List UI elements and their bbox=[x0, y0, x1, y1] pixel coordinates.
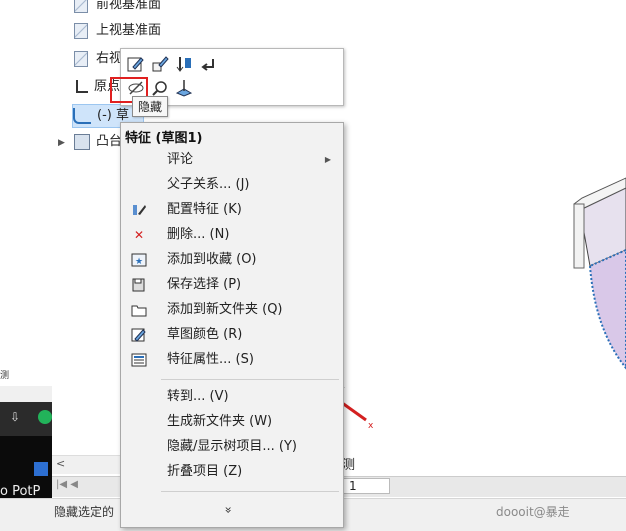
origin-icon bbox=[74, 79, 88, 94]
menu-item-comment[interactable]: 评论 ▶ bbox=[121, 148, 343, 172]
tooltip: 隐藏 bbox=[132, 96, 169, 117]
zoom-selection-icon[interactable] bbox=[151, 79, 169, 97]
menu-separator bbox=[161, 491, 339, 492]
app-green-icon[interactable] bbox=[38, 410, 52, 424]
sketch-color-icon bbox=[131, 328, 147, 342]
menu-item-delete[interactable]: ✕ 删除... (N) bbox=[121, 223, 343, 247]
svg-text:x: x bbox=[368, 421, 374, 431]
tree-item-label: 前视基准面 bbox=[96, 0, 162, 12]
tree-item-label: 上视基准面 bbox=[96, 23, 162, 38]
svg-text:★: ★ bbox=[135, 257, 143, 267]
taskbar-app-area: o PotP bbox=[0, 436, 52, 506]
menu-item-create-folder[interactable]: 生成新文件夹 (W) bbox=[121, 410, 343, 434]
menu-item-label: 删除... (N) bbox=[167, 227, 230, 242]
boss-extrude-icon bbox=[74, 133, 90, 150]
menu-item-label: 生成新文件夹 (W) bbox=[167, 414, 273, 429]
menu-item-add-favorite[interactable]: ★ 添加到收藏 (O) bbox=[121, 248, 343, 272]
menu-item-label: 折叠项目 (Z) bbox=[167, 464, 243, 479]
menu-item-label: 添加到收藏 (O) bbox=[167, 252, 257, 267]
menu-separator bbox=[161, 379, 339, 380]
menu-item-label: 草图颜色 (R) bbox=[167, 327, 243, 342]
plane-icon bbox=[74, 50, 88, 67]
tree-item-boss[interactable]: 凸台 bbox=[74, 131, 122, 153]
scroll-left-icon[interactable]: < bbox=[56, 457, 65, 470]
tree-item-label: (-) 草 bbox=[97, 108, 129, 123]
arrow-down-icon[interactable]: ⇩ bbox=[10, 410, 20, 424]
configure-feature-icon bbox=[131, 203, 147, 217]
watermark-text: doooit@暴走 bbox=[496, 505, 570, 519]
favorite-icon: ★ bbox=[131, 253, 147, 267]
properties-icon bbox=[131, 353, 147, 367]
submenu-arrow-icon: ▶ bbox=[324, 155, 331, 164]
taskbar-strip: ⇩ bbox=[0, 402, 52, 436]
plane-icon bbox=[74, 22, 88, 39]
folder-icon bbox=[131, 303, 147, 317]
edit-sketch-icon[interactable] bbox=[127, 55, 145, 73]
menu-item-go-to[interactable]: 转到... (V) bbox=[121, 385, 343, 409]
context-menu: 特征 (草图1) 评论 ▶ 父子关系... (J) 配置特征 (K) ✕ 删除.… bbox=[120, 122, 344, 528]
taskbar-text: o PotP bbox=[0, 484, 41, 499]
nav-first-icon[interactable]: |◀ ◀ bbox=[56, 479, 78, 490]
status-text: 隐藏选定的 bbox=[54, 505, 115, 519]
menu-item-label: 隐藏/显示树项目... (Y) bbox=[167, 439, 297, 454]
tree-item-top-plane[interactable]: 上视基准面 bbox=[74, 20, 161, 42]
menu-title: 特征 (草图1) bbox=[125, 131, 203, 146]
page-number-field[interactable]: 1 bbox=[342, 478, 390, 494]
menu-item-parent-child[interactable]: 父子关系... (J) bbox=[121, 173, 343, 197]
normal-to-icon[interactable] bbox=[175, 79, 193, 97]
menu-item-label: 评论 bbox=[167, 152, 194, 167]
menu-item-save-selection[interactable]: 保存选择 (P) bbox=[121, 273, 343, 297]
tree-item-right-plane[interactable]: 右视 bbox=[74, 48, 122, 70]
menu-item-label: 保存选择 (P) bbox=[167, 277, 242, 292]
rollback-icon[interactable] bbox=[175, 55, 193, 73]
menu-item-hide-show-tree-items[interactable]: 隐藏/显示树项目... (Y) bbox=[121, 435, 343, 459]
expand-arrow-icon[interactable]: ▶ bbox=[58, 138, 65, 148]
expand-menu-icon[interactable]: » bbox=[222, 506, 236, 513]
menu-item-configure-feature[interactable]: 配置特征 (K) bbox=[121, 198, 343, 222]
plane-icon bbox=[74, 0, 88, 13]
menu-item-label: 添加到新文件夹 (Q) bbox=[167, 302, 283, 317]
app-icon[interactable] bbox=[34, 462, 48, 476]
menu-item-sketch-color[interactable]: 草图颜色 (R) bbox=[121, 323, 343, 347]
menu-item-label: 特征属性... (S) bbox=[167, 352, 254, 367]
tree-item-front-plane[interactable]: 前视基准面 bbox=[74, 0, 161, 16]
menu-item-label: 配置特征 (K) bbox=[167, 202, 242, 217]
edit-feature-icon[interactable] bbox=[151, 55, 169, 73]
tree-item-label: 右视 bbox=[96, 51, 123, 66]
menu-item-label: 转到... (V) bbox=[167, 389, 229, 404]
menu-item-feature-properties[interactable]: 特征属性... (S) bbox=[121, 348, 343, 372]
menu-item-label: 父子关系... (J) bbox=[167, 177, 250, 192]
menu-item-collapse-items[interactable]: 折叠项目 (Z) bbox=[121, 460, 343, 484]
delete-icon: ✕ bbox=[133, 228, 145, 242]
sketch-icon bbox=[73, 107, 91, 124]
save-selection-icon bbox=[131, 278, 147, 292]
menu-item-add-to-new-folder[interactable]: 添加到新文件夹 (Q) bbox=[121, 298, 343, 322]
parent-child-icon[interactable] bbox=[199, 55, 217, 73]
left-label: 测 bbox=[0, 371, 10, 381]
tree-item-label: 凸台 bbox=[96, 134, 123, 149]
